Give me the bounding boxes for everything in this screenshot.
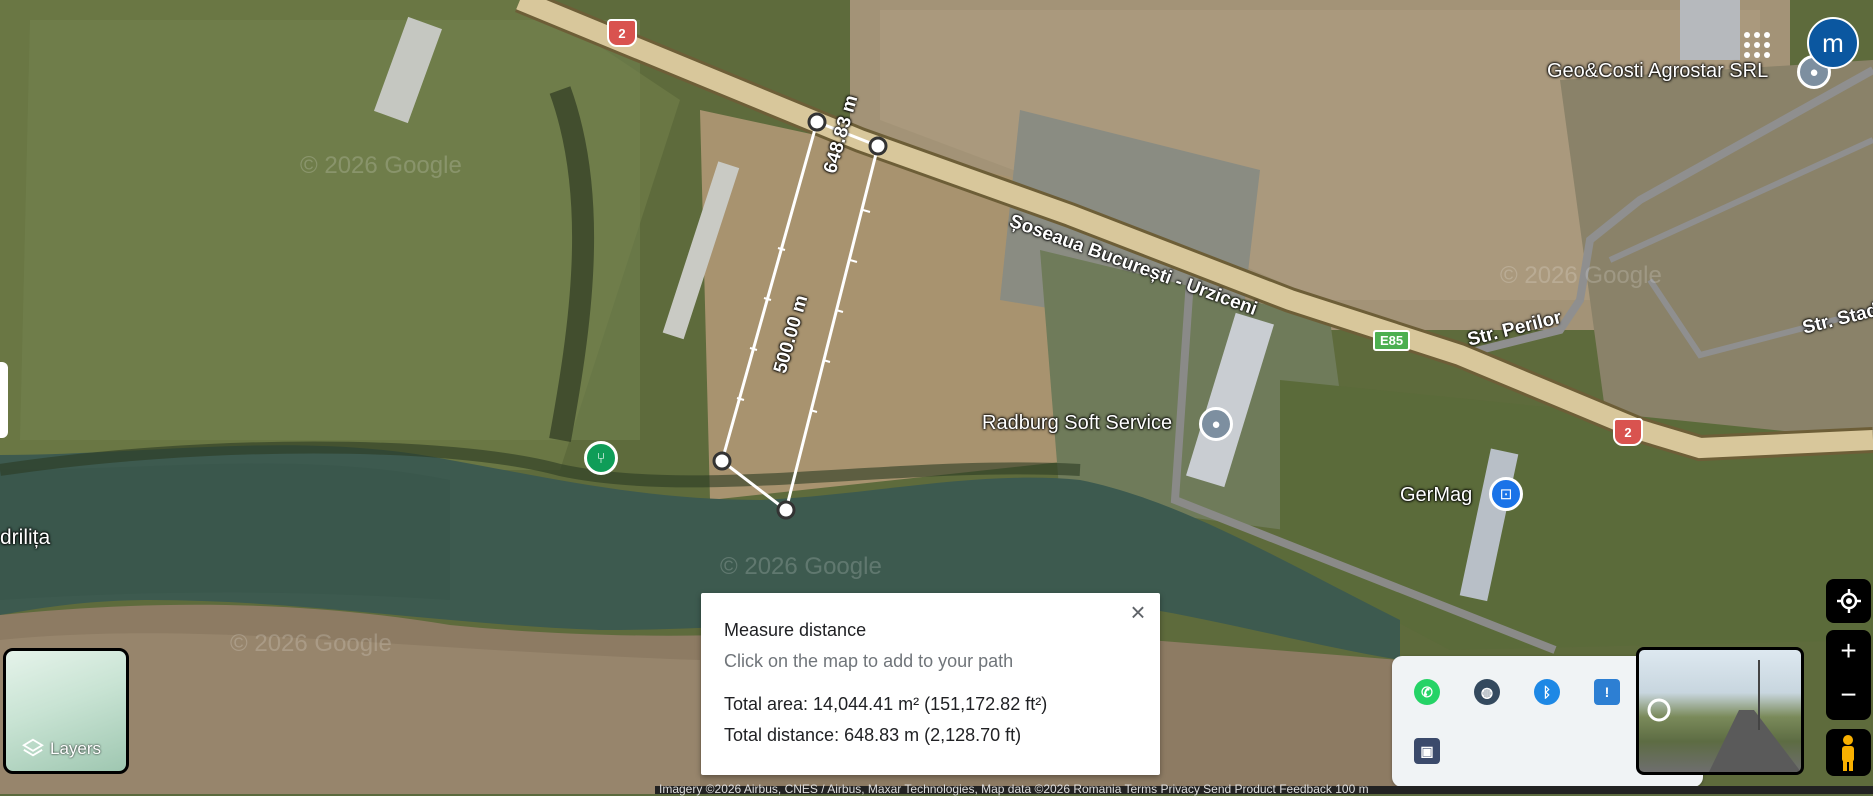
my-location-icon — [1836, 589, 1861, 613]
measure-hint: Click on the map to add to your path — [724, 651, 1014, 671]
shield-warning-icon[interactable]: ! — [1594, 679, 1620, 705]
restaurant-pin-icon[interactable]: ⑂ — [584, 441, 618, 475]
pegman-icon — [1842, 735, 1854, 771]
zoom-out-button[interactable]: − — [1840, 675, 1856, 719]
measure-distance-panel: Measure distance Click on the map to add… — [701, 593, 1160, 775]
my-location-button[interactable] — [1826, 579, 1871, 623]
lake-label: drilița — [0, 526, 51, 549]
side-panel-tab[interactable] — [0, 362, 8, 438]
route-shield: 2 — [1613, 418, 1643, 446]
route-shield: 2 — [607, 19, 637, 47]
zoom-control: + − — [1826, 630, 1871, 720]
bluetooth-icon[interactable]: ᛒ — [1534, 679, 1560, 705]
place-label-radburg[interactable]: Radburg Soft Service — [982, 412, 1172, 435]
shopping-bag-icon[interactable]: ⊡ — [1489, 477, 1523, 511]
map-watermark: © 2026 Google — [300, 152, 462, 179]
measure-total-distance: Total distance: 648.83 m (2,128.70 ft) — [724, 725, 1022, 745]
pegman-button[interactable] — [1826, 729, 1871, 776]
street-view-thumbnail[interactable] — [1636, 647, 1804, 775]
account-avatar[interactable]: m — [1807, 17, 1859, 69]
zoom-in-button[interactable]: + — [1840, 631, 1856, 675]
close-icon[interactable]: × — [1124, 599, 1152, 627]
map-watermark: © 2026 Google — [720, 553, 882, 580]
rotate-icon — [1647, 698, 1671, 722]
whatsapp-icon[interactable]: ✆ — [1414, 679, 1440, 705]
globe-icon[interactable]: ◍ — [1474, 679, 1500, 705]
e-route-badge: E85 — [1373, 330, 1411, 351]
layers-label: Layers — [50, 739, 102, 758]
apps-grid-icon[interactable] — [1742, 30, 1772, 60]
computer-icon[interactable]: ▣ — [1414, 738, 1440, 764]
measure-total-area: Total area: 14,044.41 m² (151,172.82 ft²… — [724, 694, 1048, 714]
place-label-germag[interactable]: GerMag — [1400, 484, 1472, 507]
map-footer: Imagery ©2026 Airbus, CNES / Airbus, Max… — [655, 782, 1873, 796]
measure-title: Measure distance — [724, 620, 867, 640]
place-pin-icon[interactable]: ● — [1199, 407, 1233, 441]
map-watermark: © 2026 Google — [1500, 262, 1662, 289]
layers-button[interactable]: Layers — [3, 648, 129, 774]
layers-icon — [22, 738, 44, 757]
place-label-geocosti[interactable]: Geo&Costi Agrostar SRL — [1547, 60, 1768, 83]
map-watermark: © 2026 Google — [230, 630, 392, 657]
